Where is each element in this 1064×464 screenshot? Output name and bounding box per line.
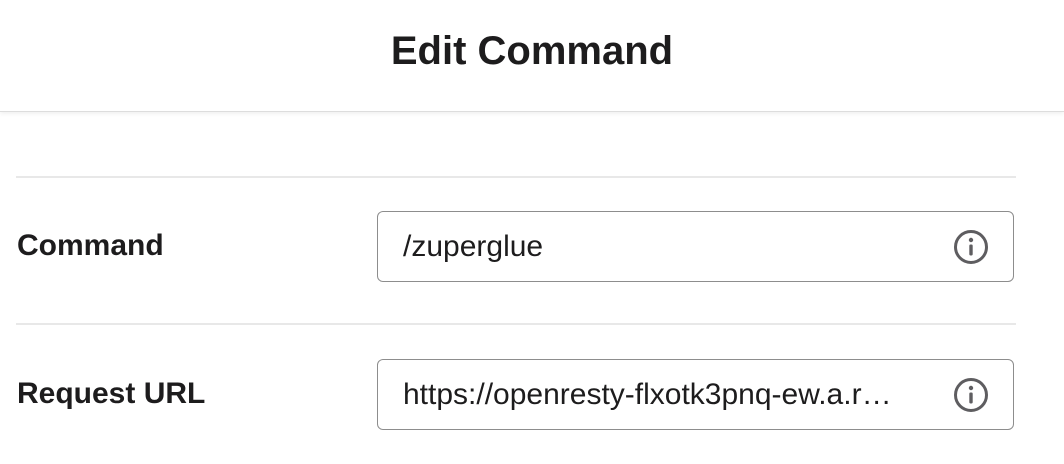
request-url-label: Request URL: [17, 377, 206, 410]
section-divider-middle: [16, 323, 1016, 325]
info-icon[interactable]: [953, 229, 989, 265]
command-label: Command: [17, 229, 164, 262]
section-divider-top: [16, 176, 1016, 178]
dialog-title: Edit Command: [390, 29, 674, 73]
dialog-header: Edit Command: [0, 0, 1064, 112]
info-icon[interactable]: [953, 377, 989, 413]
command-input-value[interactable]: /zuperglue: [378, 230, 925, 264]
command-field[interactable]: /zuperglue: [377, 211, 1014, 282]
request-url-field[interactable]: https://openresty-flxotk3pnq-ew.a.r…: [377, 359, 1014, 430]
request-url-input-value[interactable]: https://openresty-flxotk3pnq-ew.a.r…: [378, 378, 925, 412]
